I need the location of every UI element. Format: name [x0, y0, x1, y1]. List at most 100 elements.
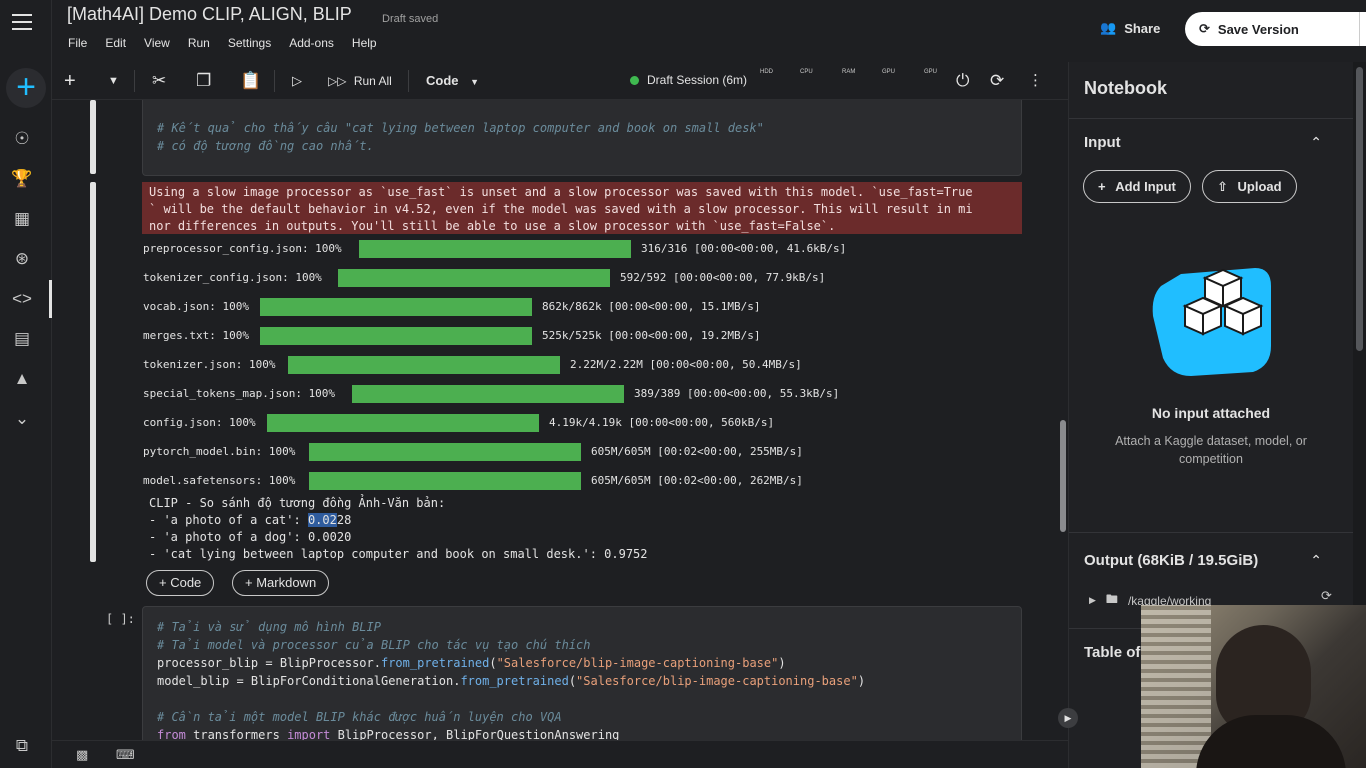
- menu-edit[interactable]: Edit: [105, 36, 126, 50]
- run-cell-icon[interactable]: ▷: [292, 70, 302, 92]
- save-version-count[interactable]: 0: [1359, 12, 1366, 46]
- power-icon[interactable]: ⏻: [956, 70, 969, 92]
- cell-type-label: Code: [426, 73, 459, 88]
- panel-title: Notebook: [1084, 78, 1167, 98]
- clip-output: CLIP - So sánh độ tương đồng Ảnh-Văn bản…: [149, 496, 648, 561]
- restart-icon[interactable]: ⟳: [990, 70, 1004, 92]
- scrollbar-thumb[interactable]: [1060, 420, 1066, 532]
- add-cell-dropdown-icon[interactable]: ▼: [108, 70, 119, 92]
- download-stats: 862k/862k [00:00<00:00, 15.1MB/s]: [542, 300, 761, 313]
- notebook-scrollbar[interactable]: [1058, 100, 1068, 740]
- add-cell-icon[interactable]: +: [64, 70, 76, 92]
- menu-addons[interactable]: Add-ons: [289, 36, 334, 50]
- console-icon[interactable]: ▩: [76, 747, 88, 763]
- hamburger-menu-icon[interactable]: [12, 14, 32, 30]
- toc-heading[interactable]: Table of: [1084, 644, 1140, 661]
- notebook-area: # Kết quả cho thấy câu "cat lying betwee…: [52, 100, 1068, 740]
- code-comment-line: # Kết quả cho thấy câu "cat lying betwee…: [157, 121, 764, 135]
- paste-icon[interactable]: 📋: [240, 70, 261, 92]
- share-label: Share: [1124, 20, 1161, 36]
- cell-type-select[interactable]: Code ▼: [426, 70, 479, 92]
- menu-bar: File Edit View Run Settings Add-ons Help: [68, 36, 377, 50]
- menu-run[interactable]: Run: [188, 36, 210, 50]
- run-all-button[interactable]: ▷▷ Run All: [328, 70, 392, 92]
- selected-text: 0.02: [307, 513, 337, 527]
- webcam-overlay: [1141, 605, 1366, 768]
- create-plus-icon[interactable]: +: [6, 68, 46, 108]
- meter-gpu[interactable]: GPU: [882, 69, 895, 76]
- toolbar: + ▼ ✂ ❐ 📋 ▷ ▷▷ Run All Code ▼ Draft Sess…: [52, 62, 1068, 100]
- bottom-bar: ▩ ⌨: [52, 740, 1068, 768]
- refresh-icon[interactable]: ⟳: [1321, 588, 1332, 604]
- folder-icon: 🖿: [1105, 592, 1118, 606]
- session-status[interactable]: Draft Session (6m): [630, 73, 747, 87]
- expand-panel-icon[interactable]: ▶: [1058, 708, 1078, 728]
- cell-active-bar: [90, 100, 96, 174]
- collapse-input-icon[interactable]: ⌃: [1310, 134, 1322, 151]
- download-label: tokenizer_config.json: 100%: [143, 271, 322, 284]
- collapse-output-icon[interactable]: ⌃: [1310, 552, 1322, 569]
- trophy-icon[interactable]: 🏆: [11, 168, 33, 190]
- download-stats: 4.19k/4.19k [00:00<00:00, 560kB/s]: [549, 416, 775, 429]
- expand-chevron-icon: ▶: [1089, 595, 1096, 605]
- code-cell-blip[interactable]: # Tải và sử dụng mô hình BLIP # Tải mode…: [142, 606, 1022, 740]
- add-code-button[interactable]: + Code: [146, 570, 215, 596]
- download-stats: 389/389 [00:00<00:00, 55.3kB/s]: [634, 387, 840, 400]
- download-label: tokenizer.json: 100%: [143, 358, 276, 371]
- download-label: vocab.json: 100%: [143, 300, 249, 313]
- download-stats: 525k/525k [00:00<00:00, 19.2MB/s]: [542, 329, 761, 342]
- warning-output: Using a slow image processor as `use_fas…: [142, 182, 1022, 234]
- code-cell-comments[interactable]: # Kết quả cho thấy câu "cat lying betwee…: [142, 100, 1022, 176]
- cell-type-chevron-icon: ▼: [470, 77, 480, 87]
- no-input-subtitle: Attach a Kaggle dataset, model, or compe…: [1115, 434, 1307, 466]
- share-button[interactable]: 👥 Share: [1100, 20, 1160, 36]
- meter-ram[interactable]: RAM: [842, 69, 855, 76]
- download-progress-bar: [352, 385, 624, 403]
- header: [Math4AI] Demo CLIP, ALIGN, BLIP Draft s…: [52, 0, 1366, 62]
- meter-hdd[interactable]: HDD: [760, 69, 773, 76]
- code-icon[interactable]: <>: [11, 288, 33, 310]
- table-icon[interactable]: ▦: [11, 208, 33, 230]
- models-icon[interactable]: ⊛: [11, 248, 33, 270]
- left-rail: + ☉ 🏆 ▦ ⊛ <> ▤ ▲ ⌄ ⧉: [0, 0, 52, 768]
- chevron-down-icon[interactable]: ⌄: [11, 408, 33, 430]
- more-options-icon[interactable]: ⋮: [1028, 70, 1043, 92]
- save-version-button[interactable]: ⟳ Save Version 0: [1185, 12, 1366, 46]
- notebook-title[interactable]: [Math4AI] Demo CLIP, ALIGN, BLIP: [67, 4, 352, 25]
- download-stats: 316/316 [00:00<00:00, 41.6kB/s]: [641, 242, 847, 255]
- compass-icon[interactable]: ☉: [11, 128, 33, 150]
- add-markdown-button[interactable]: + Markdown: [232, 570, 330, 596]
- add-input-button[interactable]: + Add Input: [1083, 170, 1191, 203]
- meter-cpu[interactable]: CPU: [800, 69, 813, 76]
- download-progress-bar: [309, 443, 581, 461]
- add-icon: +: [1098, 179, 1106, 194]
- run-all-icon: ▷▷: [328, 74, 347, 88]
- session-label: Draft Session (6m): [647, 73, 748, 87]
- download-progress-bar: [359, 240, 631, 258]
- output-active-bar: [90, 182, 96, 562]
- learn-icon[interactable]: ▲: [11, 368, 33, 390]
- cubes-illustration-icon: [1152, 268, 1271, 376]
- input-heading[interactable]: Input: [1084, 134, 1121, 151]
- download-progress-bar: [260, 327, 532, 345]
- menu-view[interactable]: View: [144, 36, 170, 50]
- upload-icon: ⇧: [1217, 179, 1228, 194]
- menu-file[interactable]: File: [68, 36, 87, 50]
- notifications-icon[interactable]: ⧉: [11, 735, 33, 757]
- share-people-icon: 👥: [1100, 20, 1117, 35]
- run-all-label: Run All: [353, 74, 392, 88]
- no-input-title: No input attached: [1151, 405, 1271, 421]
- code-comment-line: # có độ tương đồng cao nhất.: [157, 139, 374, 153]
- upload-button[interactable]: ⇧ Upload: [1202, 170, 1297, 203]
- output-heading[interactable]: Output (68KiB / 19.5GiB): [1084, 552, 1258, 569]
- keyboard-icon[interactable]: ⌨: [116, 747, 135, 763]
- download-progress-bar: [267, 414, 539, 432]
- menu-settings[interactable]: Settings: [228, 36, 271, 50]
- cut-icon[interactable]: ✂: [152, 70, 166, 92]
- discussion-icon[interactable]: ▤: [11, 328, 33, 350]
- copy-icon[interactable]: ❐: [196, 70, 211, 92]
- draft-status: Draft saved: [382, 13, 439, 25]
- menu-help[interactable]: Help: [352, 36, 377, 50]
- meter-gpu2[interactable]: GPU: [924, 69, 937, 76]
- download-stats: 605M/605M [00:02<00:00, 255MB/s]: [591, 445, 803, 458]
